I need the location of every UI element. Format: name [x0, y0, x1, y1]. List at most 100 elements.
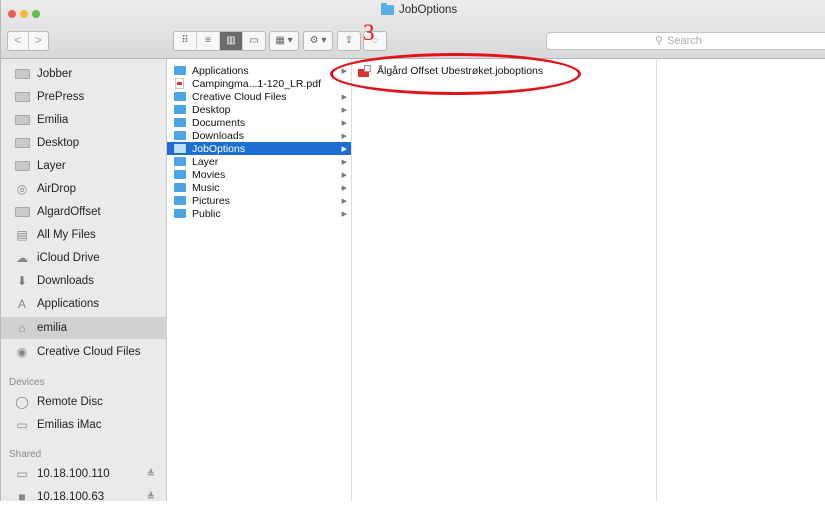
- column-view-button[interactable]: ▥: [220, 32, 243, 50]
- item-label: Public: [192, 207, 221, 220]
- item-label: Pictures: [192, 194, 230, 207]
- cloud-icon: ☁: [16, 251, 28, 265]
- disclosure-arrow-icon: ▶: [341, 158, 347, 166]
- cover-flow-button[interactable]: ▭: [243, 32, 265, 50]
- list-item-selected[interactable]: JobOptions ▶: [167, 142, 351, 155]
- zoom-window-button[interactable]: [32, 10, 40, 18]
- window-title: JobOptions: [381, 3, 458, 16]
- search-placeholder: Search: [667, 35, 702, 47]
- list-item[interactable]: Public ▶: [167, 207, 351, 220]
- sidebar-item-label: iCloud Drive: [37, 252, 100, 264]
- item-label: Layer: [192, 155, 219, 168]
- window-title-text: JobOptions: [399, 4, 458, 16]
- sidebar-item-downloads[interactable]: ⬇ Downloads: [1, 270, 167, 292]
- sidebar-item-label: AlgardOffset: [37, 206, 101, 218]
- list-item[interactable]: Creative Cloud Files ▶: [167, 90, 351, 103]
- sidebar-item-server-63[interactable]: ■ 10.18.100.63 ≜: [1, 486, 167, 508]
- disclosure-arrow-icon: ▶: [341, 171, 347, 179]
- sidebar-item-algardoffset[interactable]: AlgardOffset: [1, 201, 167, 223]
- item-label: Downloads: [192, 129, 244, 142]
- sidebar-item-label: Desktop: [37, 137, 80, 149]
- toolbar: JobOptions < > ⠿ ≡ ▥ ▭ ▦ ▾ ⚙ ▾ ⇪ ◌ 3 ⚲ S…: [1, 0, 825, 59]
- folder-icon: [174, 131, 186, 140]
- sidebar: Jobber PrePress Emilia Desktop Layer ◎ A…: [1, 59, 167, 504]
- sidebar-item-label: Layer: [37, 160, 66, 172]
- browser-column-1: Applications ▶ Campingma...1-120_LR.pdf C…: [167, 59, 352, 501]
- all-files-icon: ▤: [16, 228, 28, 242]
- annotation-step-number: 3: [363, 20, 375, 45]
- item-label: JobOptions: [192, 142, 246, 155]
- disclosure-arrow-icon: ▶: [341, 106, 347, 114]
- list-item[interactable]: Downloads ▶: [167, 129, 351, 142]
- item-label: Desktop: [192, 103, 231, 116]
- minimize-window-button[interactable]: [20, 10, 28, 18]
- sidebar-item-desktop[interactable]: Desktop: [1, 132, 167, 154]
- folder-icon: [174, 66, 186, 75]
- item-label: Campingma...1-120_LR.pdf: [192, 77, 321, 90]
- disclosure-arrow-icon: ▶: [341, 210, 347, 218]
- sidebar-item-server-110[interactable]: ▭ 10.18.100.110 ≜: [1, 463, 167, 485]
- sidebar-item-creative-cloud-files[interactable]: ◉ Creative Cloud Files: [1, 341, 167, 363]
- sidebar-item-label: Emilias iMac: [37, 419, 102, 431]
- annotation-circle: [330, 53, 581, 95]
- sidebar-item-label: PrePress: [37, 91, 85, 103]
- item-label: Applications: [192, 64, 249, 77]
- finder-window: JobOptions < > ⠿ ≡ ▥ ▭ ▦ ▾ ⚙ ▾ ⇪ ◌ 3 ⚲ S…: [0, 0, 825, 504]
- disclosure-arrow-icon: ▶: [341, 197, 347, 205]
- airdrop-icon: ◎: [16, 182, 28, 196]
- share-button[interactable]: ⇪: [337, 31, 361, 51]
- item-label: Movies: [192, 168, 226, 181]
- disclosure-arrow-icon: ▶: [341, 145, 347, 153]
- sidebar-item-remote-disc[interactable]: ◯ Remote Disc: [1, 391, 167, 413]
- list-item[interactable]: Campingma...1-120_LR.pdf: [167, 77, 351, 90]
- search-input[interactable]: ⚲ Search: [546, 32, 825, 50]
- sidebar-item-jobber[interactable]: Jobber: [1, 63, 167, 85]
- sidebar-item-label: 10.18.100.63: [37, 491, 105, 503]
- folder-icon: [14, 206, 30, 219]
- sidebar-item-all-my-files[interactable]: ▤ All My Files: [1, 224, 167, 246]
- list-item[interactable]: Layer ▶: [167, 155, 351, 168]
- sidebar-item-emilia-home[interactable]: ⌂ emilia: [1, 317, 167, 339]
- sidebar-item-prepress[interactable]: PrePress: [1, 86, 167, 108]
- sidebar-item-emilias-imac[interactable]: ▭ Emilias iMac: [1, 414, 167, 436]
- disclosure-arrow-icon: ▶: [341, 132, 347, 140]
- back-button[interactable]: <: [8, 32, 29, 50]
- sidebar-item-layer[interactable]: Layer: [1, 155, 167, 177]
- folder-icon: [14, 114, 30, 127]
- folder-icon: [381, 3, 394, 15]
- close-window-button[interactable]: [8, 10, 16, 18]
- browser-column-2: Ålgård Offset Ubestrøket.joboptions: [352, 59, 657, 501]
- disclosure-arrow-icon: ▶: [341, 184, 347, 192]
- sidebar-item-icloud-drive[interactable]: ☁ iCloud Drive: [1, 247, 167, 269]
- folder-icon: [174, 157, 186, 166]
- sidebar-item-applications[interactable]: A Applications: [1, 293, 167, 315]
- list-item[interactable]: Desktop ▶: [167, 103, 351, 116]
- list-item[interactable]: Documents ▶: [167, 116, 351, 129]
- arrange-button[interactable]: ▦ ▾: [269, 31, 299, 51]
- list-item[interactable]: Music ▶: [167, 181, 351, 194]
- list-item[interactable]: Pictures ▶: [167, 194, 351, 207]
- list-view-button[interactable]: ≡: [197, 32, 220, 50]
- sidebar-item-label: Creative Cloud Files: [37, 346, 141, 358]
- imac-icon: ▭: [16, 418, 28, 432]
- folder-icon: [174, 118, 186, 127]
- item-label: Music: [192, 181, 220, 194]
- view-mode-group: ⠿ ≡ ▥ ▭: [173, 31, 266, 51]
- forward-button[interactable]: >: [29, 32, 49, 50]
- sidebar-item-airdrop[interactable]: ◎ AirDrop: [1, 178, 167, 200]
- server-icon: ▭: [16, 467, 28, 481]
- list-item[interactable]: Movies ▶: [167, 168, 351, 181]
- sidebar-item-label: emilia: [37, 322, 68, 334]
- home-icon: ⌂: [18, 321, 26, 335]
- folder-icon: [174, 209, 186, 218]
- list-item[interactable]: Applications ▶: [167, 64, 351, 77]
- pdf-file-icon: [175, 78, 184, 89]
- search-icon: ⚲: [655, 35, 664, 47]
- sidebar-item-emilia-folder[interactable]: Emilia: [1, 109, 167, 131]
- icon-view-button[interactable]: ⠿: [174, 32, 197, 50]
- sidebar-section-devices: Devices: [9, 377, 45, 388]
- action-gear-button[interactable]: ⚙ ▾: [303, 31, 333, 51]
- sidebar-item-label: Applications: [37, 298, 100, 310]
- folder-icon: [174, 144, 186, 153]
- eject-icon[interactable]: ≜: [147, 469, 155, 480]
